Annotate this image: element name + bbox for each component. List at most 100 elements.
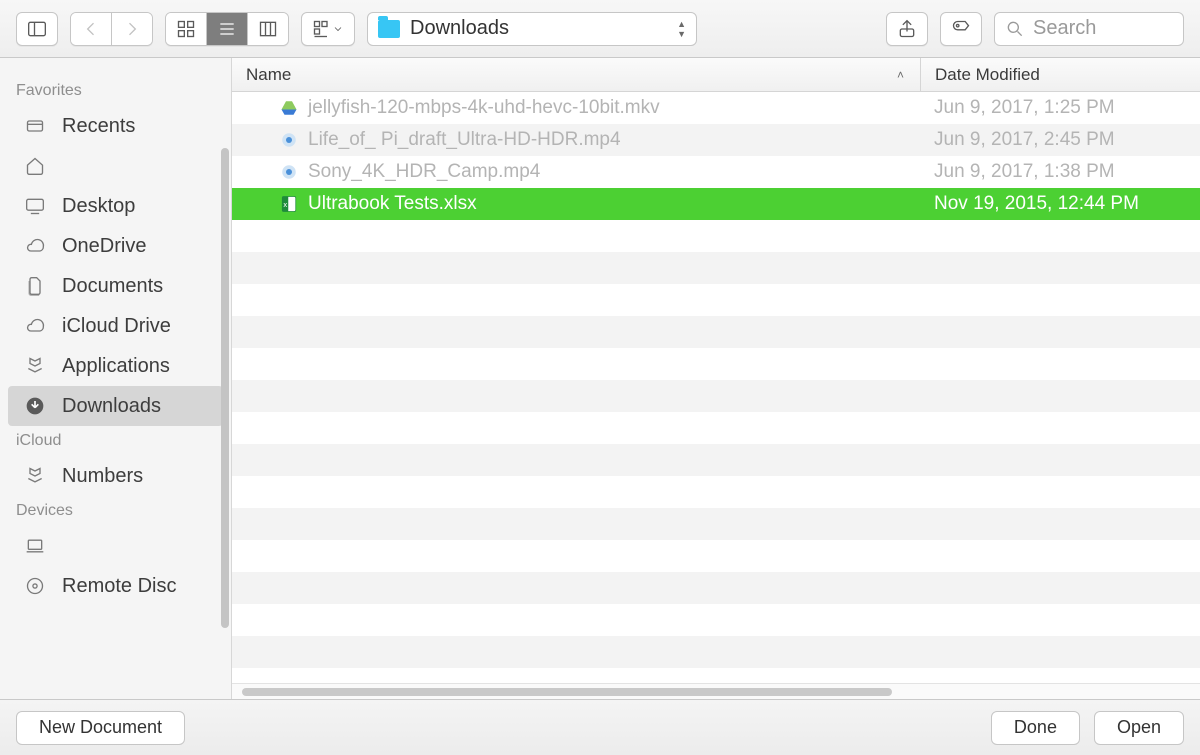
path-popup[interactable]: Downloads ▲▼ [367,12,697,46]
sidebar-item-downloads[interactable]: Downloads [8,386,223,426]
new-document-button[interactable]: New Document [16,711,185,745]
sidebar-icon [27,19,47,39]
nav-group [70,12,153,46]
back-button[interactable] [71,12,111,46]
share-button[interactable] [886,12,928,46]
sidebar-item-label: Numbers [62,465,143,488]
column-view-button[interactable] [247,12,288,46]
file-name: Ultrabook Tests.xlsx [308,193,477,215]
share-icon [897,19,917,39]
sidebar-item-label: Applications [62,355,170,378]
sidebar[interactable]: Favorites Recents Desktop OneDrive Documents… [0,58,232,699]
sidebar-item-applications[interactable]: Applications [0,346,231,386]
toggle-sidebar-button[interactable] [16,12,58,46]
empty-row [232,444,1200,476]
sort-ascending-icon: ˄ [897,68,904,82]
column-modified-header[interactable]: Date Modified [920,58,1200,91]
sidebar-item-recents[interactable]: Recents [0,106,231,146]
toolbar: Downloads ▲▼ Search [0,0,1200,58]
recents-icon [22,114,48,138]
sidebar-item-label: Downloads [62,395,161,418]
grid-icon [176,19,196,39]
file-row[interactable]: jellyfish-120-mbps-4k-uhd-hevc-10bit.mkv… [232,92,1200,124]
icon-view-button[interactable] [166,12,206,46]
sidebar-item-label: Recents [62,115,135,138]
xlsx-file-icon: x [280,195,298,213]
columns-icon [258,19,278,39]
file-row[interactable]: Sony_4K_HDR_Camp.mp4Jun 9, 2017, 1:38 PM [232,156,1200,188]
empty-row [232,508,1200,540]
sidebar-item-remote-disc[interactable]: Remote Disc [0,566,231,606]
desktop-icon [22,194,48,218]
stepper-icon: ▲▼ [677,20,686,38]
file-list[interactable]: jellyfish-120-mbps-4k-uhd-hevc-10bit.mkv… [232,92,1200,683]
tag-icon [951,19,971,39]
sidebar-item-numbers[interactable]: Numbers [0,456,231,496]
home-icon [22,154,48,178]
file-modified: Jun 9, 2017, 2:45 PM [920,129,1200,151]
empty-row [232,572,1200,604]
quicktime-file-icon [280,163,298,181]
folder-icon [378,20,400,38]
chevron-right-icon [122,19,142,39]
sidebar-item-desktop[interactable]: Desktop [0,186,231,226]
search-placeholder: Search [1033,17,1096,40]
column-modified-label: Date Modified [935,65,1040,85]
drive-file-icon [280,99,298,117]
list-view-button[interactable] [206,12,247,46]
empty-row [232,252,1200,284]
search-field[interactable]: Search [994,12,1184,46]
sidebar-item-icloud-drive[interactable]: iCloud Drive [0,306,231,346]
sidebar-item-home[interactable] [0,146,231,186]
downloads-icon [22,394,48,418]
empty-row [232,476,1200,508]
open-button[interactable]: Open [1094,711,1184,745]
sidebar-item-laptop[interactable] [0,526,231,566]
column-name-label: Name [246,65,291,85]
empty-row [232,604,1200,636]
empty-row [232,540,1200,572]
file-pane: Name ˄ Date Modified jellyfish-120-mbps-… [232,58,1200,699]
sidebar-item-label: Documents [62,275,163,298]
file-name: jellyfish-120-mbps-4k-uhd-hevc-10bit.mkv [308,97,660,119]
file-row[interactable]: Life_of_ Pi_draft_Ultra-HD-HDR.mp4 Jun 9,… [232,124,1200,156]
forward-button[interactable] [111,12,152,46]
sidebar-item-label: iCloud Drive [62,315,171,338]
documents-icon [22,274,48,298]
list-icon [217,19,237,39]
sidebar-scrollbar[interactable] [221,148,229,628]
file-modified: Nov 19, 2015, 12:44 PM [920,193,1200,215]
scrollbar-thumb[interactable] [242,688,892,696]
group-by-button[interactable] [301,12,355,46]
empty-row [232,636,1200,668]
done-button[interactable]: Done [991,711,1080,745]
file-name: Life_of_ Pi_draft_Ultra-HD-HDR.mp4 [308,129,621,151]
empty-row [232,380,1200,412]
sidebar-item-onedrive[interactable]: OneDrive [0,226,231,266]
tags-button[interactable] [940,12,982,46]
column-name-header[interactable]: Name ˄ [232,65,920,85]
sidebar-item-label: OneDrive [62,235,146,258]
sidebar-item-label: Remote Disc [62,575,176,598]
sidebar-item-documents[interactable]: Documents [0,266,231,306]
cloud-icon [22,314,48,338]
laptop-icon [22,534,48,558]
search-icon [1005,19,1025,39]
cloud-icon [22,234,48,258]
path-label: Downloads [410,17,509,40]
sidebar-section-label: Favorites [0,76,231,106]
sidebar-item-label: Desktop [62,195,135,218]
file-row[interactable]: x Ultrabook Tests.xlsx Nov 19, 2015, 12:44… [232,188,1200,220]
group-icon [312,19,332,39]
svg-text:x: x [283,200,287,209]
sidebar-section-label: Devices [0,496,231,526]
file-name: Sony_4K_HDR_Camp.mp4 [308,161,540,183]
disc-icon [22,574,48,598]
applications-icon [22,464,48,488]
horizontal-scrollbar[interactable] [232,683,1200,699]
chevron-down-icon [332,19,344,39]
file-modified: Jun 9, 2017, 1:25 PM [920,97,1200,119]
empty-row [232,316,1200,348]
sidebar-section-label: iCloud [0,426,231,456]
quicktime-file-icon [280,131,298,149]
